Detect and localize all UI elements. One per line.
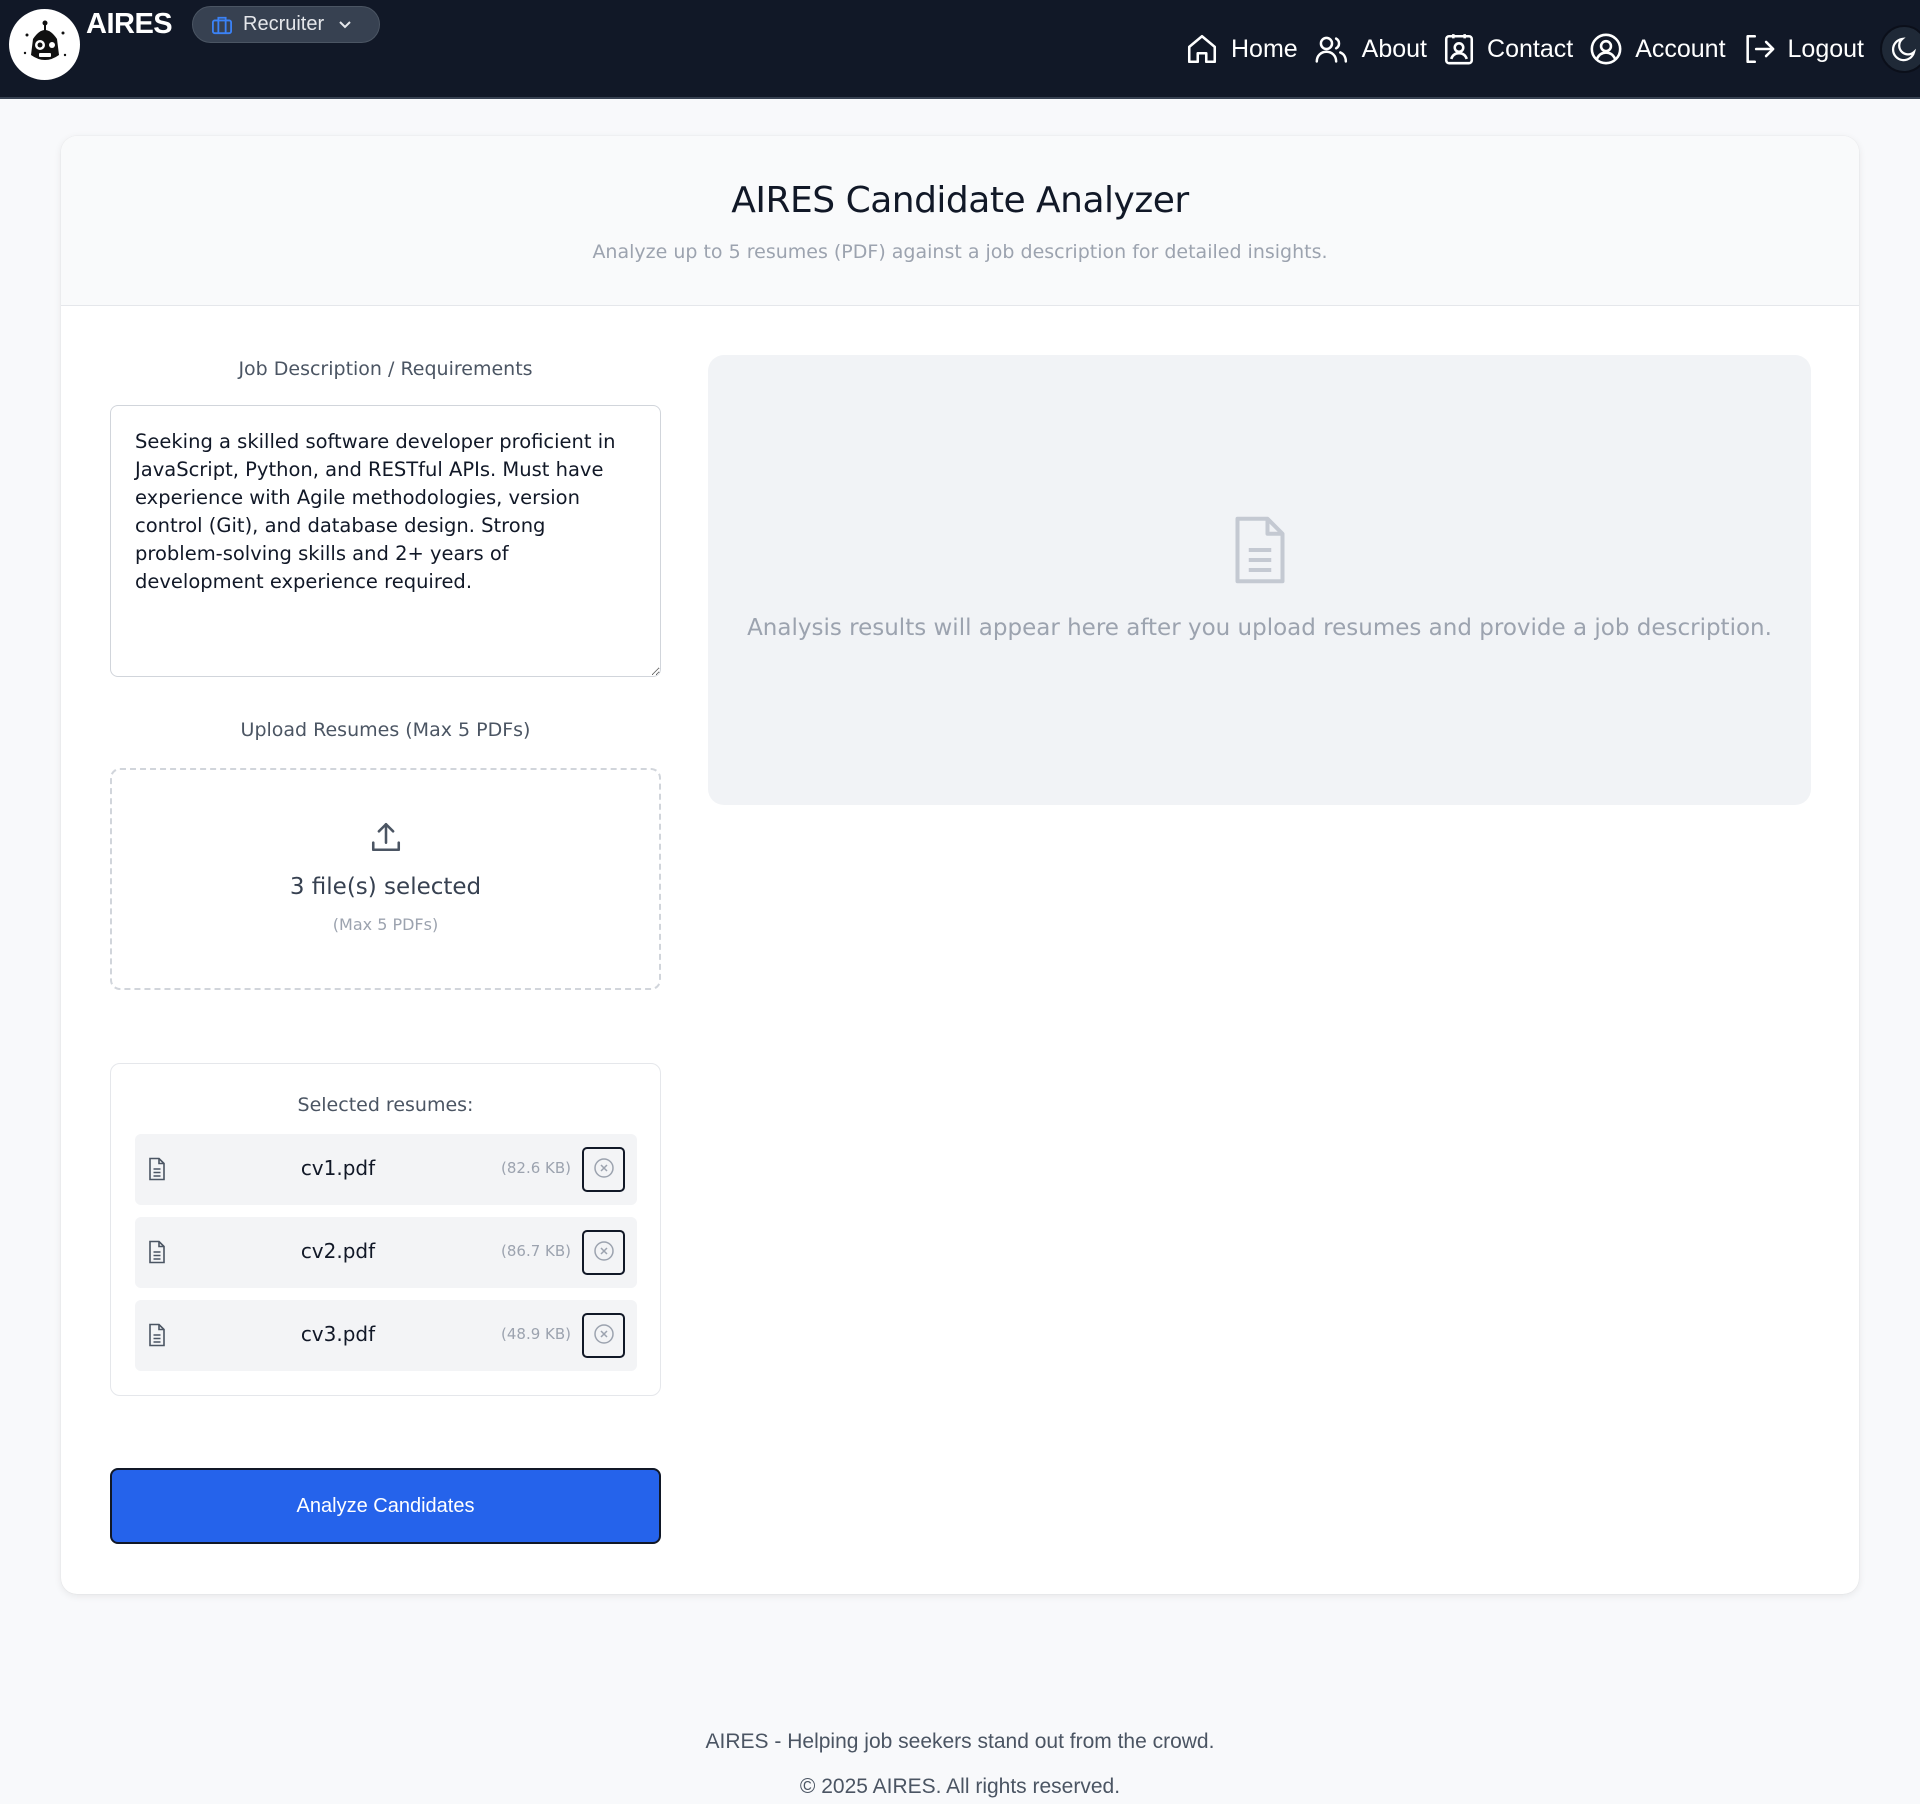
file-name: cv1.pdf bbox=[300, 1156, 376, 1180]
upload-hint: (Max 5 PDFs) bbox=[332, 915, 439, 934]
nav-logout[interactable]: Logout bbox=[1742, 32, 1864, 66]
footer-tagline: AIRES - Helping job seekers stand out fr… bbox=[705, 1730, 1215, 1753]
remove-file-button[interactable] bbox=[582, 1313, 625, 1358]
file-row: cv2.pdf (86.7 KB) bbox=[135, 1217, 637, 1288]
upload-icon bbox=[112, 820, 659, 854]
moon-icon bbox=[1889, 34, 1919, 64]
file-size: (48.9 KB) bbox=[501, 1325, 571, 1343]
file-icon bbox=[147, 1157, 167, 1181]
analyzer-card: AIRES Candidate Analyzer Analyze up to 5… bbox=[61, 136, 1859, 1594]
document-icon bbox=[708, 515, 1811, 585]
selected-resumes-title: Selected resumes: bbox=[297, 1094, 474, 1116]
close-circle-icon bbox=[593, 1241, 614, 1261]
file-size: (86.7 KB) bbox=[501, 1242, 571, 1260]
resume-dropzone[interactable]: 3 file(s) selected (Max 5 PDFs) bbox=[110, 768, 661, 990]
robot-logo-icon bbox=[16, 16, 73, 73]
nav-account-label: Account bbox=[1635, 34, 1726, 63]
nav-contact[interactable]: Contact bbox=[1443, 32, 1573, 66]
nav-links: Home About Contact Account Logout bbox=[1185, 25, 1920, 73]
card-header: AIRES Candidate Analyzer Analyze up to 5… bbox=[61, 136, 1859, 306]
files-selected-count: 3 file(s) selected bbox=[289, 874, 482, 900]
logo[interactable] bbox=[9, 9, 80, 80]
file-size: (82.6 KB) bbox=[501, 1159, 571, 1177]
job-description-label: Job Description / Requirements bbox=[238, 358, 533, 380]
nav-about-label: About bbox=[1361, 34, 1428, 63]
page-subtitle: Analyze up to 5 resumes (PDF) against a … bbox=[592, 241, 1328, 263]
nav-home[interactable]: Home bbox=[1185, 32, 1298, 66]
close-circle-icon bbox=[593, 1324, 614, 1344]
results-panel: Analysis results will appear here after … bbox=[708, 355, 1811, 805]
chevron-down-icon bbox=[338, 20, 352, 30]
close-circle-icon bbox=[593, 1158, 614, 1178]
role-selector[interactable]: Recruiter bbox=[192, 6, 380, 43]
job-description-input[interactable]: Seeking a skilled software developer pro… bbox=[110, 405, 661, 677]
home-icon bbox=[1185, 32, 1219, 66]
file-row: cv3.pdf (48.9 KB) bbox=[135, 1300, 637, 1371]
logout-icon bbox=[1742, 32, 1776, 66]
briefcase-icon bbox=[211, 15, 233, 35]
analyze-candidates-button[interactable]: Analyze Candidates bbox=[110, 1468, 661, 1544]
file-row: cv1.pdf (82.6 KB) bbox=[135, 1134, 637, 1205]
selected-resumes-panel: Selected resumes: cv1.pdf (82.6 KB) cv2.… bbox=[110, 1063, 661, 1396]
brand-name[interactable]: AIRES bbox=[86, 8, 173, 41]
page-title: AIRES Candidate Analyzer bbox=[731, 180, 1189, 221]
contact-card-icon bbox=[1443, 32, 1475, 66]
file-name: cv3.pdf bbox=[300, 1322, 376, 1346]
remove-file-button[interactable] bbox=[582, 1230, 625, 1275]
nav-home-label: Home bbox=[1230, 34, 1298, 63]
top-navbar: AIRES Recruiter Home About Contact Accou… bbox=[0, 0, 1920, 99]
nav-about[interactable]: About bbox=[1314, 32, 1427, 66]
remove-file-button[interactable] bbox=[582, 1147, 625, 1192]
user-circle-icon bbox=[1589, 32, 1623, 66]
nav-contact-label: Contact bbox=[1487, 34, 1574, 63]
role-selected-label: Recruiter bbox=[243, 13, 325, 35]
footer-copyright: © 2025 AIRES. All rights reserved. bbox=[799, 1775, 1121, 1798]
file-icon bbox=[147, 1323, 167, 1347]
file-name: cv2.pdf bbox=[300, 1239, 376, 1263]
nav-account[interactable]: Account bbox=[1589, 32, 1726, 66]
theme-toggle-button[interactable] bbox=[1880, 25, 1920, 73]
results-placeholder-text: Analysis results will appear here after … bbox=[747, 615, 1772, 641]
nav-logout-label: Logout bbox=[1787, 34, 1864, 63]
upload-label: Upload Resumes (Max 5 PDFs) bbox=[240, 719, 531, 741]
users-icon bbox=[1314, 32, 1350, 66]
file-icon bbox=[147, 1240, 167, 1264]
